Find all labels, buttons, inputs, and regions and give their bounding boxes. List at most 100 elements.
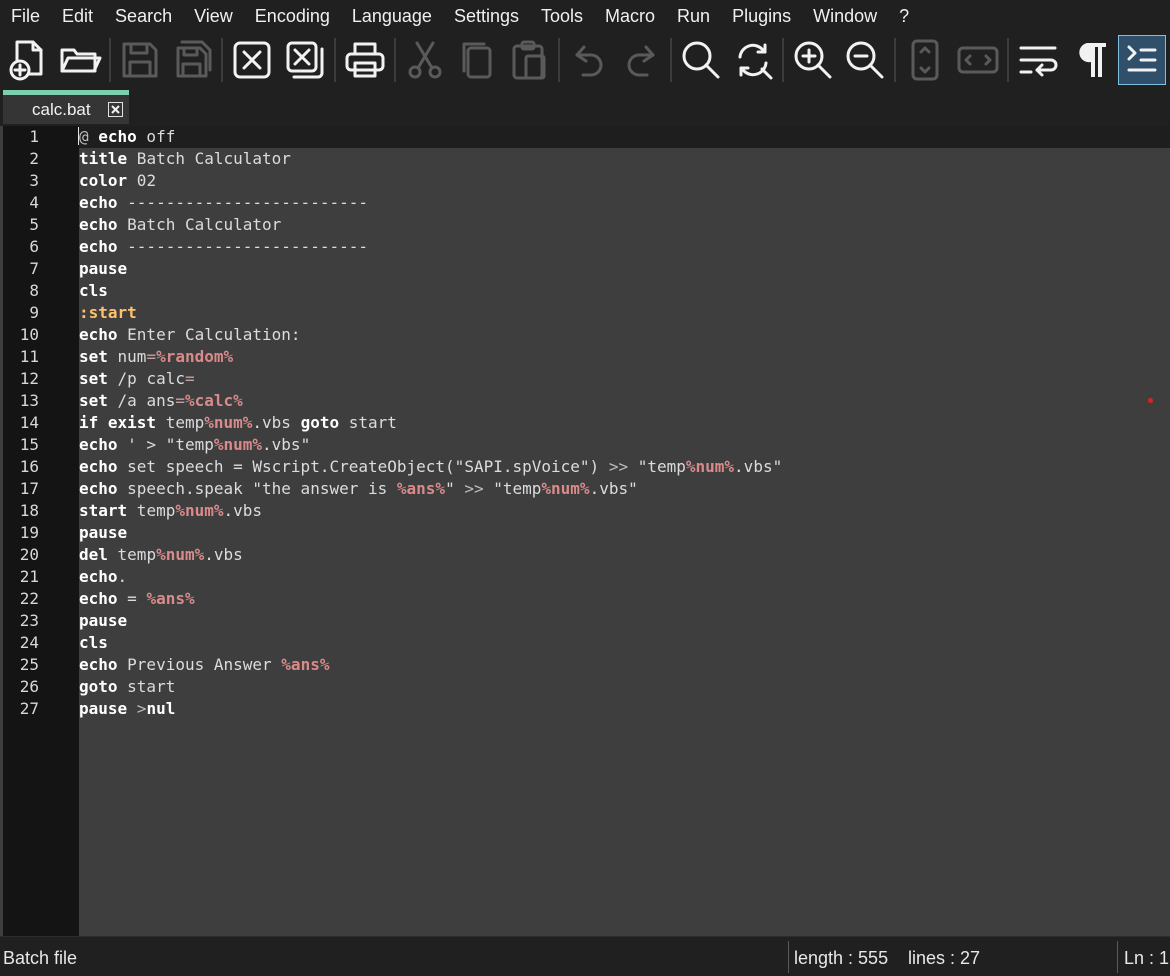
code-line[interactable]: 16 echo set speech = Wscript.CreateObject… bbox=[0, 456, 1170, 478]
sync-vertical-button[interactable] bbox=[901, 35, 949, 85]
menu-settings[interactable]: Settings bbox=[443, 6, 530, 27]
menu-help[interactable]: ? bbox=[888, 6, 920, 27]
replace-button[interactable] bbox=[729, 35, 777, 85]
line-text: set num=%random% bbox=[79, 346, 233, 368]
print-button[interactable] bbox=[341, 35, 389, 85]
menu-encoding[interactable]: Encoding bbox=[244, 6, 341, 27]
toolbar-separator bbox=[221, 38, 224, 82]
menu-tools[interactable]: Tools bbox=[530, 6, 594, 27]
code-token: ------------------------- bbox=[117, 237, 368, 256]
menu-plugins[interactable]: Plugins bbox=[721, 6, 802, 27]
code-token: = bbox=[117, 589, 147, 608]
line-text: pause bbox=[79, 522, 127, 544]
code-line[interactable]: 15 echo ' > "temp%num%.vbs" bbox=[0, 434, 1170, 456]
line-number: 8 bbox=[29, 281, 39, 300]
code-line[interactable]: 17 echo speech.speak "the answer is %ans%… bbox=[0, 478, 1170, 500]
save-button[interactable] bbox=[116, 35, 164, 85]
sync-horizontal-button[interactable] bbox=[954, 35, 1002, 85]
code-line[interactable]: 20 del temp%num%.vbs bbox=[0, 544, 1170, 566]
line-text: if exist temp%num%.vbs goto start bbox=[79, 412, 397, 434]
paste-button[interactable] bbox=[505, 35, 553, 85]
line-text: pause bbox=[79, 258, 127, 280]
code-token: %calc% bbox=[184, 391, 243, 410]
menu-language[interactable]: Language bbox=[341, 6, 443, 27]
code-line[interactable]: 9:start bbox=[0, 302, 1170, 324]
paste-icon bbox=[512, 40, 546, 80]
code-line[interactable]: 12 set /p calc= bbox=[0, 368, 1170, 390]
status-lines: lines : 27 bbox=[908, 948, 981, 968]
code-line[interactable]: 1 @ echo off bbox=[0, 126, 1170, 148]
status-divider bbox=[1117, 941, 1118, 973]
status-length: length : 555 bbox=[794, 948, 889, 968]
code-line[interactable]: 18 start temp%num%.vbs bbox=[0, 500, 1170, 522]
menu-search[interactable]: Search bbox=[104, 6, 183, 27]
code-line[interactable]: 4 echo ------------------------- bbox=[0, 192, 1170, 214]
line-text: goto start bbox=[79, 676, 175, 698]
code-line[interactable]: 21 echo. bbox=[0, 566, 1170, 588]
code-line[interactable]: 13 set /a ans=%calc% bbox=[0, 390, 1170, 412]
menu-edit[interactable]: Edit bbox=[51, 6, 104, 27]
code-token: %num% bbox=[175, 501, 224, 520]
code-token: >> bbox=[608, 457, 629, 476]
status-file-type: Batch file bbox=[3, 948, 78, 968]
line-number: 18 bbox=[19, 501, 39, 520]
undo-button[interactable] bbox=[565, 35, 613, 85]
code-line[interactable]: 7 pause bbox=[0, 258, 1170, 280]
code-token: Batch Calculator bbox=[117, 215, 282, 234]
code-line[interactable]: 3 color 02 bbox=[0, 170, 1170, 192]
open-folder-icon bbox=[60, 48, 102, 73]
line-text: echo speech.speak "the answer is %ans%" … bbox=[79, 478, 638, 500]
redo-button[interactable] bbox=[617, 35, 665, 85]
cut-button[interactable] bbox=[401, 35, 449, 85]
code-line[interactable]: 27 pause >nul bbox=[0, 698, 1170, 720]
code-token: goto bbox=[300, 413, 340, 432]
code-token: start bbox=[339, 413, 397, 432]
close-all-button[interactable] bbox=[280, 35, 328, 85]
zoom-in-icon bbox=[794, 41, 832, 79]
code-line[interactable]: 11 set num=%random% bbox=[0, 346, 1170, 368]
zoom-in-button[interactable] bbox=[789, 35, 837, 85]
code-line[interactable]: 23 pause bbox=[0, 610, 1170, 632]
code-line[interactable]: 22 echo = %ans% bbox=[0, 588, 1170, 610]
line-text: set /p calc= bbox=[79, 368, 195, 390]
save-all-button[interactable] bbox=[168, 35, 216, 85]
code-line[interactable]: 14 if exist temp%num%.vbs goto start bbox=[0, 412, 1170, 434]
zoom-out-button[interactable] bbox=[841, 35, 889, 85]
code-line[interactable]: 8 cls bbox=[0, 280, 1170, 302]
code-line[interactable]: 19 pause bbox=[0, 522, 1170, 544]
menu-view[interactable]: View bbox=[183, 6, 244, 27]
code-token: echo bbox=[79, 193, 118, 212]
code-line[interactable]: 2 title Batch Calculator bbox=[0, 148, 1170, 170]
line-number: 6 bbox=[29, 237, 39, 256]
menu-file[interactable]: File bbox=[0, 6, 51, 27]
line-number: 1 bbox=[29, 127, 39, 146]
code-line[interactable]: 25 echo Previous Answer %ans% bbox=[0, 654, 1170, 676]
code-editor[interactable]: 1 @ echo off 2 title Batch Calculator 3 color… bbox=[0, 126, 1170, 936]
word-wrap-button[interactable] bbox=[1014, 35, 1062, 85]
indent-guide-button[interactable] bbox=[1117, 35, 1166, 85]
code-line[interactable]: 24 cls bbox=[0, 632, 1170, 654]
code-token: %ans% bbox=[146, 589, 195, 608]
show-all-characters-button[interactable] bbox=[1066, 35, 1114, 85]
tab-close-icon[interactable] bbox=[108, 102, 123, 117]
code-line[interactable]: 10 echo Enter Calculation: bbox=[0, 324, 1170, 346]
find-button[interactable] bbox=[677, 35, 725, 85]
line-number: 22 bbox=[19, 589, 39, 608]
close-button[interactable] bbox=[228, 35, 276, 85]
menu-run[interactable]: Run bbox=[666, 6, 721, 27]
line-text: :start bbox=[79, 302, 137, 324]
code-line[interactable]: 26 goto start bbox=[0, 676, 1170, 698]
new-file-button[interactable] bbox=[4, 35, 52, 85]
tab-calc-bat[interactable]: calc.bat bbox=[3, 90, 129, 124]
code-line[interactable]: 5 echo Batch Calculator bbox=[0, 214, 1170, 236]
zoom-out-icon bbox=[846, 41, 884, 79]
menu-macro[interactable]: Macro bbox=[594, 6, 666, 27]
code-line[interactable]: 6 echo ------------------------- bbox=[0, 236, 1170, 258]
code-token: " bbox=[445, 479, 465, 498]
code-token: ' > "temp bbox=[117, 435, 214, 454]
line-number: 24 bbox=[19, 633, 39, 652]
menu-window[interactable]: Window bbox=[802, 6, 888, 27]
open-folder-button[interactable] bbox=[56, 35, 104, 85]
copy-button[interactable] bbox=[453, 35, 501, 85]
line-number: 26 bbox=[19, 677, 39, 696]
